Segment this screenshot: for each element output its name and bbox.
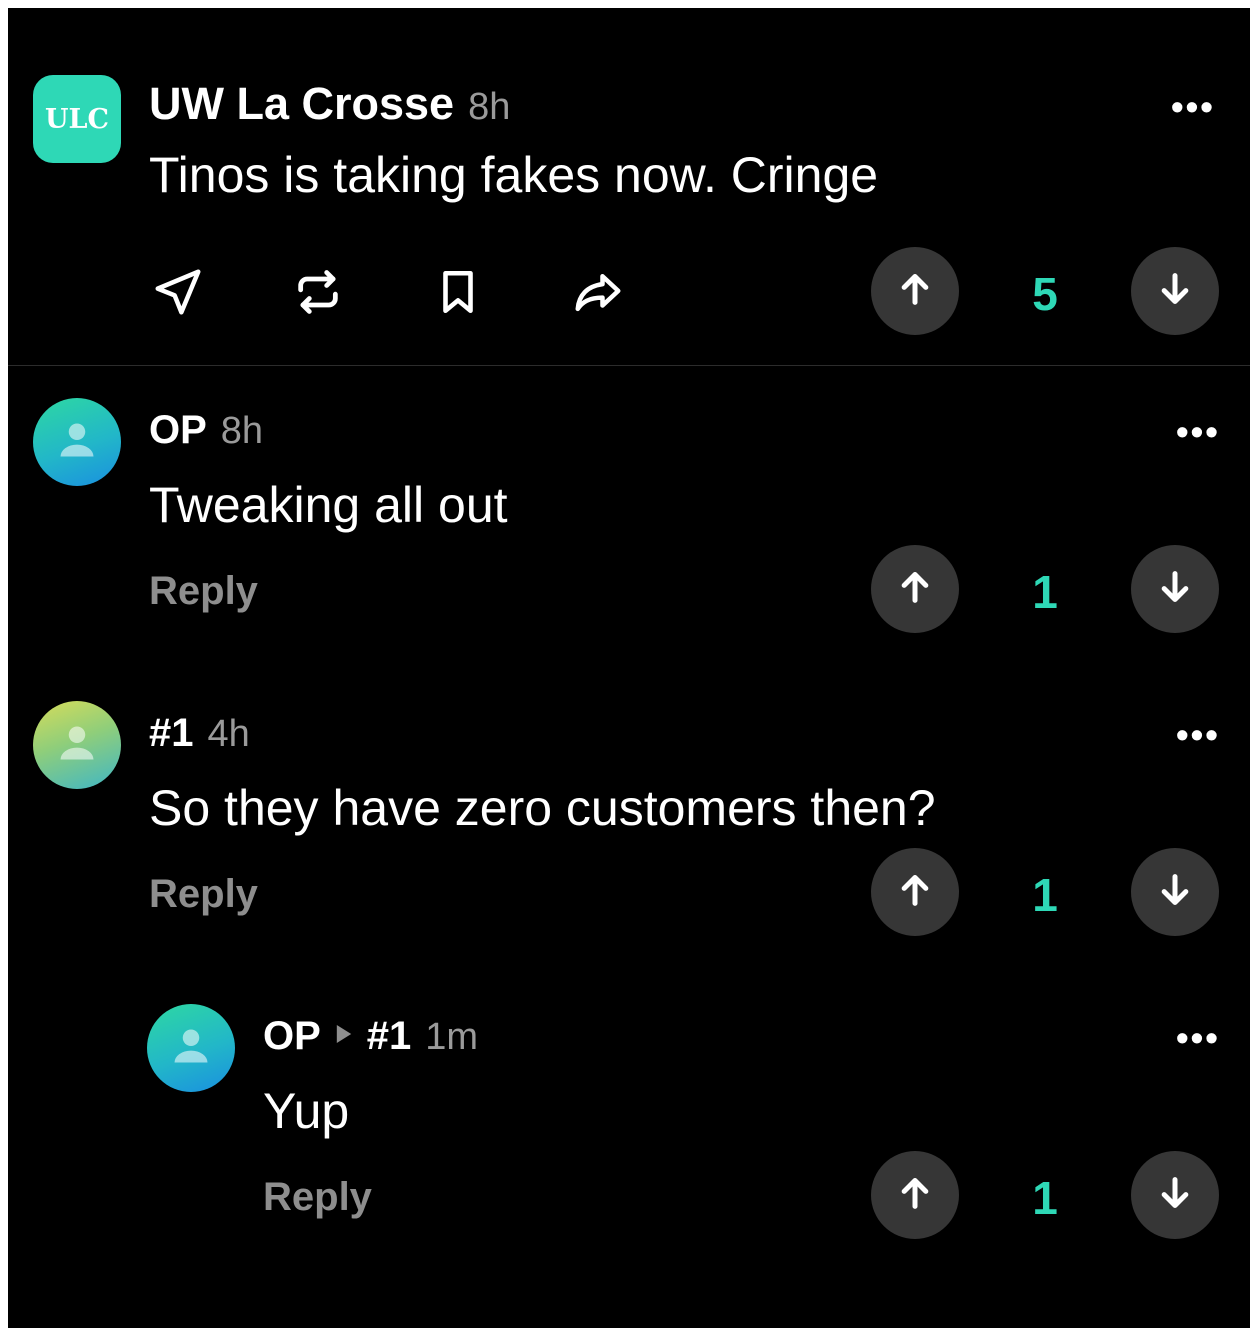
post-downvote-button[interactable] <box>1131 247 1219 335</box>
comment-more-button[interactable]: ••• <box>1176 411 1220 453</box>
comment-header: OP #1 1m <box>263 1014 478 1059</box>
comment-more-button[interactable]: ••• <box>1176 1017 1220 1059</box>
arrow-down-icon <box>1155 269 1195 314</box>
divider <box>8 365 1250 366</box>
arrow-up-icon <box>895 269 935 314</box>
reply-button[interactable]: Reply <box>263 1175 372 1220</box>
arrow-up-icon <box>895 870 935 915</box>
post-time: 8h <box>468 86 511 128</box>
comment-time: 8h <box>220 410 264 452</box>
comment-author: OP <box>263 1014 321 1058</box>
post-author[interactable]: UW La Crosse <box>149 78 454 130</box>
post-more-button[interactable]: ••• <box>1171 86 1215 128</box>
arrow-down-icon <box>1155 1173 1195 1218</box>
reply-button[interactable]: Reply <box>149 569 258 614</box>
app-screen: ULC UW La Crosse 8h ••• Tinos is taking … <box>8 8 1250 1328</box>
comment-more-button[interactable]: ••• <box>1176 714 1220 756</box>
comment-score: 1 <box>1032 1172 1058 1224</box>
send-icon[interactable] <box>148 262 208 322</box>
post-text: Tinos is taking fakes now. Cringe <box>149 147 879 203</box>
comment-score: 1 <box>1032 566 1058 618</box>
comment-text: So they have zero customers then? <box>149 780 936 836</box>
arrow-down-icon <box>1155 567 1195 612</box>
arrow-down-icon <box>1155 870 1195 915</box>
comment-text: Tweaking all out <box>149 477 508 533</box>
avatar[interactable] <box>147 1004 235 1092</box>
downvote-button[interactable] <box>1131 545 1219 633</box>
user-icon <box>169 1024 213 1073</box>
arrow-up-icon <box>895 1173 935 1218</box>
comment-time: 4h <box>207 713 250 755</box>
comment-author: #1 <box>149 711 194 755</box>
upvote-button[interactable] <box>871 848 959 936</box>
reply-to-author: #1 <box>366 1014 412 1058</box>
post-score: 5 <box>1032 268 1058 320</box>
upvote-button[interactable] <box>871 545 959 633</box>
comment-text: Yup <box>263 1083 350 1139</box>
downvote-button[interactable] <box>1131 1151 1219 1239</box>
post-header: UW La Crosse 8h <box>149 78 510 130</box>
reply-button[interactable]: Reply <box>149 872 258 917</box>
community-avatar[interactable]: ULC <box>33 75 121 163</box>
post-upvote-button[interactable] <box>871 247 959 335</box>
avatar[interactable] <box>33 701 121 789</box>
bookmark-icon[interactable] <box>428 262 488 322</box>
arrow-up-icon <box>895 567 935 612</box>
comment-author: OP <box>149 408 207 452</box>
user-icon <box>55 721 99 770</box>
share-icon[interactable] <box>568 262 628 322</box>
reply-arrow-icon <box>335 1023 353 1050</box>
upvote-button[interactable] <box>871 1151 959 1239</box>
user-icon <box>55 418 99 467</box>
downvote-button[interactable] <box>1131 848 1219 936</box>
comment-score: 1 <box>1032 869 1058 921</box>
comment-header: OP 8h <box>149 408 263 453</box>
comment-time: 1m <box>425 1016 479 1058</box>
avatar[interactable] <box>33 398 121 486</box>
comment-header: #1 4h <box>149 711 250 756</box>
repost-icon[interactable] <box>288 262 348 322</box>
